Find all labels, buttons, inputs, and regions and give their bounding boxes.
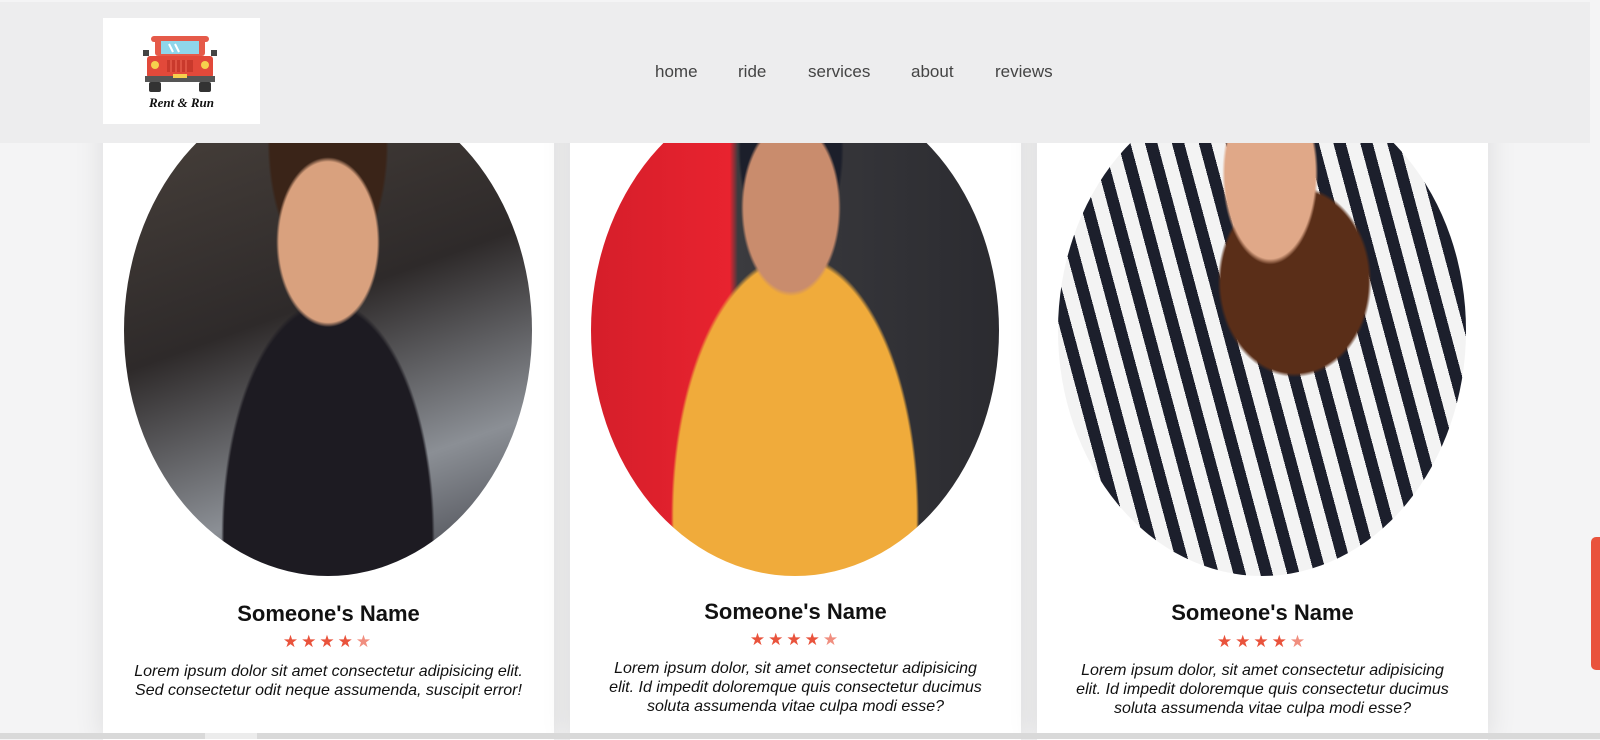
review-line: Lorem ipsum dolor, sit amet consectetur …: [1081, 662, 1444, 679]
nav-home[interactable]: home: [655, 62, 698, 82]
star-rating: ★★★★★: [1037, 632, 1488, 652]
review-text: Lorem ipsum dolor, sit amet consectetur …: [588, 659, 1003, 716]
logo-text: Rent & Run: [148, 95, 215, 110]
main-nav: home ride services about reviews: [0, 62, 1590, 86]
nav-about[interactable]: about: [911, 62, 954, 82]
review-line: Lorem ipsum dolor, sit amet consectetur …: [614, 660, 977, 677]
reviewer-name: Someone's Name: [237, 601, 420, 626]
reviewer-photo: [591, 85, 999, 576]
horizontal-scrollbar[interactable]: [0, 733, 1600, 739]
site-header: Rent & Run home ride services about revi…: [0, 2, 1590, 143]
half-star-icon: ★: [1289, 632, 1309, 651]
review-line: Sed consectetur odit neque assumenda, su…: [135, 682, 522, 699]
full-stars: ★★★★: [749, 630, 823, 649]
full-stars: ★★★★: [282, 632, 356, 651]
review-line: soluta assumenda vitae culpa modi esse?: [646, 698, 945, 715]
review-card: Someone's Name ★★★★★ Lorem ipsum dolor, …: [570, 80, 1021, 740]
half-star-icon: ★: [355, 632, 375, 651]
review-line: elit. Id impedit doloremque quis consect…: [1076, 681, 1449, 698]
reviewer-name: Someone's Name: [1171, 600, 1354, 625]
star-rating: ★★★★★: [103, 632, 554, 652]
star-rating: ★★★★★: [570, 630, 1021, 650]
review-line: Lorem ipsum dolor sit amet consectetur a…: [134, 663, 523, 680]
review-line: soluta assumenda vitae culpa modi esse?: [1113, 700, 1412, 717]
reviewer-photo: [1058, 85, 1466, 576]
half-star-icon: ★: [822, 630, 842, 649]
review-line: elit. Id impedit doloremque quis consect…: [609, 679, 982, 696]
review-card: Someone's Name ★★★★★ Lorem ipsum dolor, …: [1037, 80, 1488, 740]
nav-ride[interactable]: ride: [738, 62, 766, 82]
review-text: Lorem ipsum dolor, sit amet consectetur …: [1055, 661, 1470, 718]
full-stars: ★★★★: [1216, 632, 1290, 651]
nav-reviews[interactable]: reviews: [995, 62, 1053, 82]
vertical-scroll-accent[interactable]: [1591, 537, 1600, 670]
scrollbar-thumb[interactable]: [205, 733, 257, 739]
reviewer-name: Someone's Name: [704, 599, 887, 624]
review-text: Lorem ipsum dolor sit amet consectetur a…: [121, 662, 536, 700]
nav-services[interactable]: services: [808, 62, 870, 82]
review-card: Someone's Name ★★★★★ Lorem ipsum dolor s…: [103, 80, 554, 740]
reviewer-photo: [124, 85, 532, 576]
